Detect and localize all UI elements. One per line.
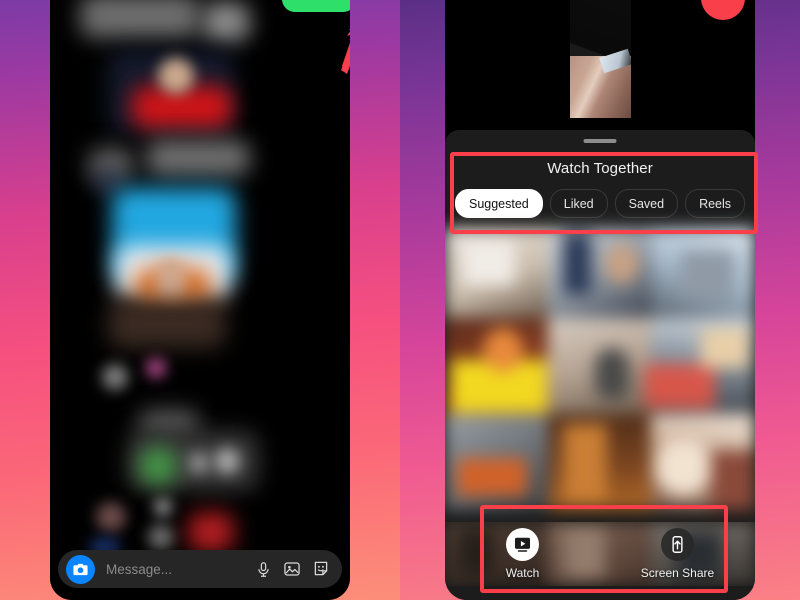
tab-label: Suggested [468,196,529,211]
sheet-drag-handle[interactable] [583,139,617,143]
watch-label: Watch [505,566,540,580]
tab-reels[interactable]: Reels [685,189,746,218]
composer-icon-group [255,560,334,578]
watch-action[interactable]: Watch [445,528,600,580]
message-input[interactable]: Message... [106,562,255,577]
sheet-title: Watch Together [547,160,653,177]
tab-suggested[interactable]: Suggested [455,189,543,218]
video-thumbnail-grid[interactable] [445,228,755,522]
microphone-icon[interactable] [255,561,272,578]
right-phone-screen: Watch Together Suggested Liked Saved Ree… [445,0,755,600]
message-composer[interactable]: Message... [58,550,342,588]
right-phone-frame: Watch Together Suggested Liked Saved Ree… [445,0,755,600]
screen-share-label: Screen Share [640,566,715,580]
tab-label: Reels [699,196,732,211]
video-call-area [445,0,755,130]
message-placeholder-text: Message... [106,561,173,577]
action-buttons: Watch Screen Share [445,528,755,580]
left-phone-frame: Message... [50,0,350,600]
self-video-thumbnail[interactable] [570,0,631,118]
arrow-to-green-button-icon [341,28,350,74]
sticker-icon[interactable] [312,560,330,578]
photo-icon[interactable] [283,560,301,578]
tab-label: Liked [563,196,594,211]
tab-liked[interactable]: Liked [549,189,608,218]
category-tabs: Suggested Liked Saved Reels [445,177,755,218]
camera-icon [73,563,88,575]
sheet-header: Watch Together Suggested Liked Saved Ree… [445,150,755,228]
screenshot-root: Message... Watch Together Suggested Like… [0,0,800,600]
watch-button[interactable] [506,528,539,561]
tab-label: Saved [628,196,665,211]
watch-play-icon [514,537,531,552]
screen-share-action[interactable]: Screen Share [600,528,755,580]
watch-together-sheet: Watch Together Suggested Liked Saved Ree… [445,130,755,600]
self-video-image [570,56,631,118]
screen-share-button[interactable] [661,528,694,561]
chat-message-list[interactable] [50,0,350,600]
camera-button[interactable] [66,554,95,584]
left-phone-screen: Message... [50,0,350,600]
tab-saved[interactable]: Saved [614,189,679,218]
call-action-bar: Watch Screen Share [445,522,755,600]
end-call-button[interactable] [701,0,745,20]
screen-share-icon [672,536,683,553]
sheet-bottom-strip [445,586,755,600]
